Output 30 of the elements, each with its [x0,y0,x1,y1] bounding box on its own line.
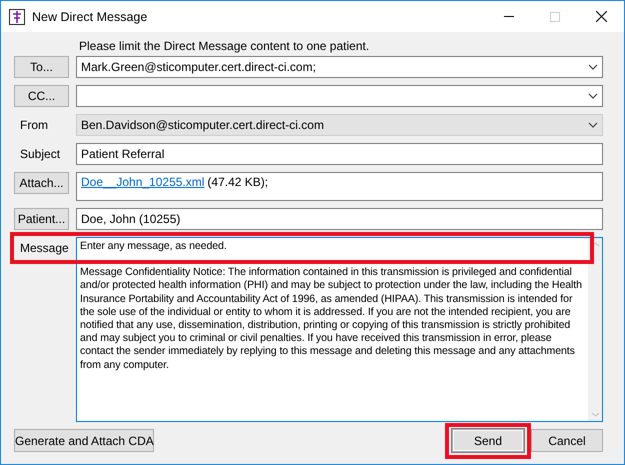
field-value: Patient Referral [81,147,166,161]
message-field[interactable] [76,237,603,422]
confidentiality-notice: Message Confidentiality Notice: The information contained in this transmission is privileged and confidential and/or protected health information (PHI) and may be subject to protection under the law, including the Health Insurance Portability and Accountability Act of 1996, as amended (HIPAA). This transmission is intended for the sole use of the individual or entity to whom it is addressed. If you are not the intended recipient, you are notified that any use, dissemination, distribution, printing or copying of this transmission is strictly prohibited and may subject you to criminal or civil penalties. If you have received this transmission in error, please contact the sender immediately by replying to this message and deleting this message and any attachments from any computer. [80,266,583,372]
field-value: Ben.Davidson@sticomputer.cert.direct-ci.com [81,118,325,132]
attachment-field[interactable]: Doe__John_10255.xml (47.42 KB); [76,172,603,201]
field-value: Doe, John (10255) [81,212,182,226]
window-title: New Direct Message [32,10,148,24]
row-button[interactable]: To... [14,56,69,78]
row-button[interactable]: Patient... [14,208,69,230]
attachment-link[interactable]: Doe__John_10255.xml [81,175,204,189]
attachment-size: (47.42 KB); [207,175,268,189]
generate-cda-button[interactable]: Generate and Attach CDA [14,429,154,452]
field-label: Message [19,240,69,255]
row-button[interactable]: CC... [14,85,69,107]
row-button[interactable]: Attach... [14,172,69,194]
notice-text: Please limit the Direct Message content to one patient. [79,39,370,55]
chevron-down-icon[interactable] [588,64,598,70]
close-icon[interactable] [596,11,606,22]
chevron-down-icon[interactable] [588,93,598,99]
field-label: Subject [19,146,60,161]
combo-field[interactable] [76,85,603,107]
dialog-button[interactable]: Send [452,429,524,452]
dialog-button[interactable]: Cancel [531,429,603,452]
combo-field[interactable]: Mark.Green@sticomputer.cert.direct-ci.com; [76,56,603,78]
text-field[interactable]: Patient Referral [76,143,603,165]
text-field[interactable]: Doe, John (10255) [76,208,603,230]
app-icon [9,8,25,24]
message-text: Enter any message, as needed. [80,240,228,254]
field-label: From [19,117,48,132]
field-value: Mark.Green@sticomputer.cert.direct-ci.com; [81,60,317,74]
